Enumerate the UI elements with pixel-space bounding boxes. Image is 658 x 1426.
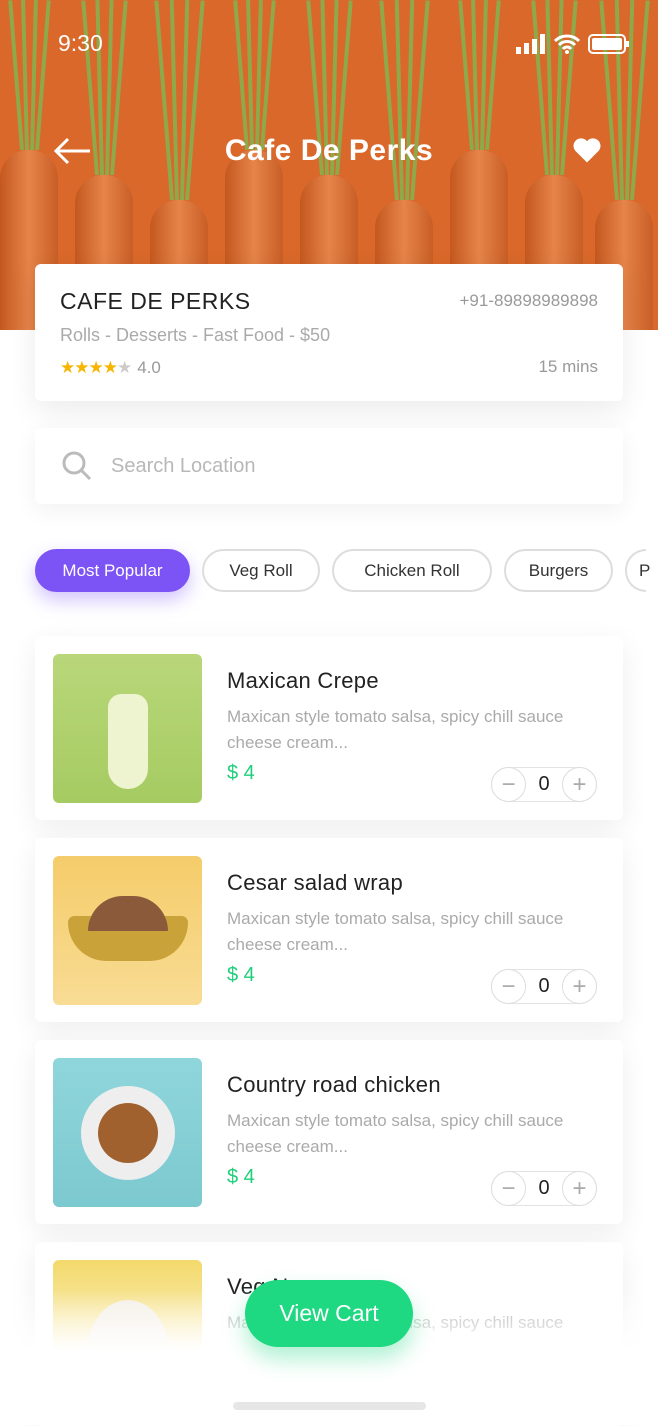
item-image <box>53 654 202 803</box>
item-description: Maxican style tomato salsa, spicy chill … <box>227 707 564 752</box>
status-icons <box>516 34 630 54</box>
battery-icon <box>588 34 629 54</box>
search-bar <box>35 428 623 504</box>
quantity-stepper: − 0 + <box>491 1171 597 1206</box>
quantity-value: 0 <box>538 773 550 795</box>
signal-icon <box>516 34 545 54</box>
star-icon-empty: ★ <box>116 358 132 377</box>
carrot-stem <box>35 0 51 151</box>
star-rating: ★★★★★ <box>60 358 132 378</box>
carrot-stem <box>260 0 276 151</box>
item-price: $ 4 <box>227 1166 255 1188</box>
item-description: Maxican style tomato salsa, spicy chill … <box>227 1111 564 1156</box>
item-name: Cesar salad wrap <box>227 870 403 895</box>
restaurant-phone[interactable]: +91-89898989898 <box>460 291 599 311</box>
item-price: $ 4 <box>227 964 255 986</box>
menu-item[interactable]: Country road chicken Maxican style tomat… <box>35 1040 623 1224</box>
star-icons-filled: ★★★★ <box>60 358 118 377</box>
home-indicator <box>233 1402 426 1410</box>
quantity-value: 0 <box>538 975 550 997</box>
plus-button[interactable]: + <box>562 1171 597 1206</box>
quantity-stepper: − 0 + <box>491 767 597 802</box>
page-title: Cafe De Perks <box>224 134 434 167</box>
nav-bar: Cafe De Perks <box>0 130 658 174</box>
plus-button[interactable]: + <box>562 969 597 1004</box>
view-cart-button[interactable]: View Cart <box>245 1280 413 1347</box>
menu-item[interactable]: Cesar salad wrap Maxican style tomato sa… <box>35 838 623 1022</box>
rating-value: 4.0 <box>137 358 161 377</box>
item-price: $ 4 <box>227 762 255 784</box>
minus-button[interactable]: − <box>491 1171 526 1206</box>
quantity-value: 0 <box>538 1177 550 1199</box>
heart-icon[interactable] <box>572 136 602 164</box>
item-description: Maxican style tomato salsa, spicy chill … <box>227 909 564 954</box>
chip-burgers[interactable]: Burgers <box>504 549 613 592</box>
item-name: Maxican Crepe <box>227 668 379 693</box>
filter-chips: Most Popular Veg Roll Chicken Roll Burge… <box>35 549 658 592</box>
minus-button[interactable]: − <box>491 969 526 1004</box>
status-time: 9:30 <box>58 30 103 56</box>
restaurant-categories: Rolls - Desserts - Fast Food - $50 <box>60 325 331 345</box>
wifi-icon <box>554 34 580 54</box>
search-input[interactable] <box>111 454 591 478</box>
delivery-time: 15 mins <box>538 357 598 376</box>
item-image <box>53 1058 202 1207</box>
item-name: Country road chicken <box>227 1072 441 1097</box>
chip-chicken-roll[interactable]: Chicken Roll <box>332 549 492 592</box>
chip-more[interactable]: P <box>625 549 650 592</box>
quantity-stepper: − 0 + <box>491 969 597 1004</box>
menu-item[interactable]: Maxican Crepe Maxican style tomato salsa… <box>35 636 623 820</box>
chip-veg-roll[interactable]: Veg Roll <box>202 549 320 592</box>
carrot-stem <box>485 0 501 151</box>
chip-most-popular[interactable]: Most Popular <box>35 549 190 592</box>
minus-button[interactable]: − <box>491 767 526 802</box>
search-icon <box>62 451 92 481</box>
item-image <box>53 856 202 1005</box>
plus-button[interactable]: + <box>562 767 597 802</box>
restaurant-info-card: CAFE DE PERKS +91-89898989898 Rolls - De… <box>35 264 623 401</box>
rating: ★★★★★ 4.0 <box>60 358 598 378</box>
